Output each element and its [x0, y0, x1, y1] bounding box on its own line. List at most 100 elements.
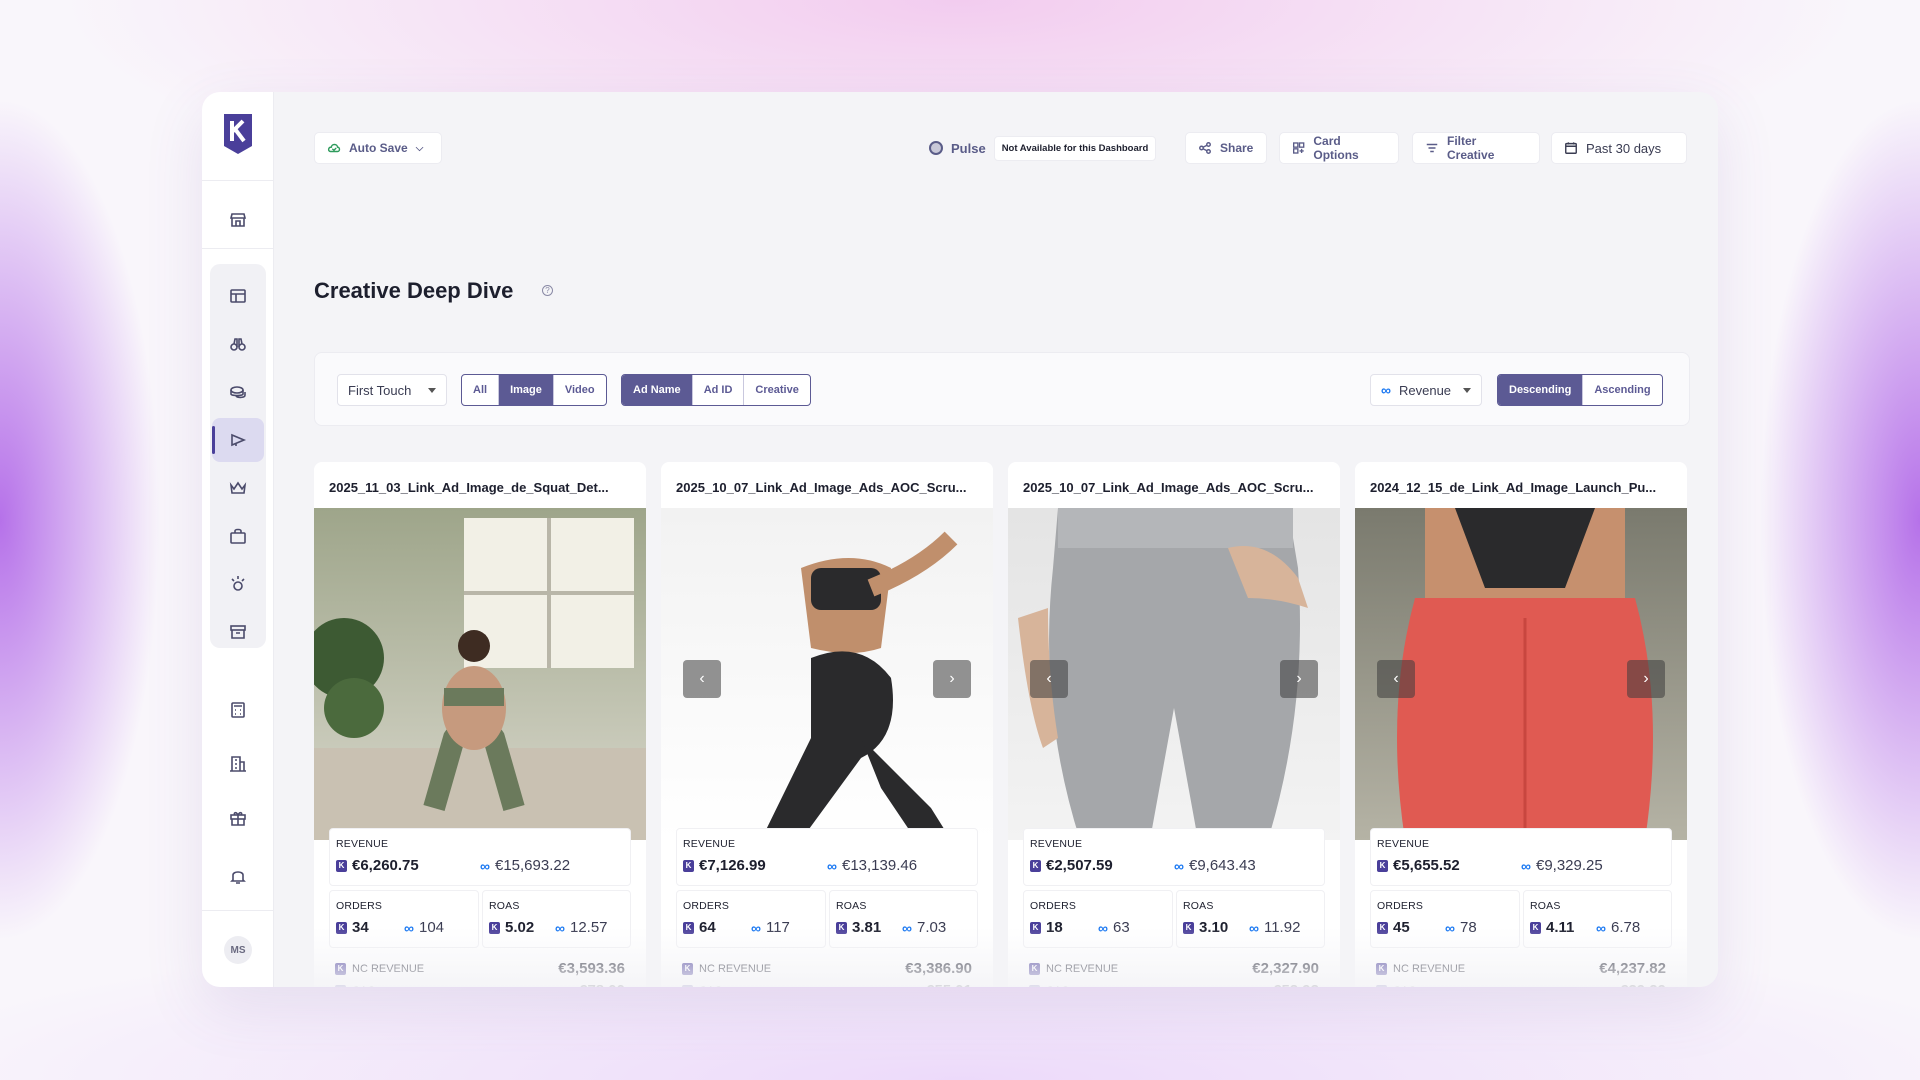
sidebar: MS — [202, 92, 274, 987]
card-options-button[interactable]: Card Options — [1279, 132, 1399, 164]
revenue-meta-value: ∞ €15,693.22 — [480, 857, 571, 874]
chevron-down-icon — [1463, 387, 1471, 393]
kendall-icon: K — [1377, 859, 1388, 872]
revenue-metric-box: REVENUE K €5,655.52 ∞ €9,329.25 — [1370, 828, 1672, 886]
building-icon[interactable] — [212, 742, 264, 786]
calculator-icon[interactable] — [212, 688, 264, 732]
meta-icon: ∞ — [1521, 857, 1531, 874]
creative-card[interactable]: 2025_10_07_Link_Ad_Image_Ads_AOC_Scru...… — [661, 462, 993, 987]
share-button[interactable]: Share — [1185, 132, 1267, 164]
meta-icon: ∞ — [1381, 382, 1391, 398]
orders-label: ORDERS — [683, 900, 730, 912]
sort-descending[interactable]: Descending — [1498, 375, 1584, 405]
prev-image-button[interactable]: ‹ — [1030, 660, 1068, 698]
chevron-right-icon: › — [949, 670, 955, 687]
card-title[interactable]: 2025_10_07_Link_Ad_Image_Ads_AOC_Scru... — [1023, 480, 1314, 495]
prev-image-button[interactable]: ‹ — [683, 660, 721, 698]
creative-image[interactable] — [314, 508, 646, 840]
pulse-icon — [929, 141, 943, 155]
cloud-check-icon — [327, 143, 341, 153]
group-by-ad-id[interactable]: Ad ID — [693, 375, 745, 405]
next-image-button[interactable]: › — [1280, 660, 1318, 698]
creative-card[interactable]: 2024_12_15_de_Link_Ad_Image_Launch_Pu...… — [1355, 462, 1687, 987]
calendar-icon — [1565, 142, 1577, 154]
sparkle-icon[interactable] — [212, 562, 264, 606]
revenue-meta-value: ∞ €9,329.25 — [1521, 857, 1603, 874]
creative-card[interactable]: 2025_11_03_Link_Ad_Image_de_Squat_Det...… — [314, 462, 646, 987]
card-title[interactable]: 2025_11_03_Link_Ad_Image_de_Squat_Det... — [329, 480, 609, 495]
chevron-left-icon: ‹ — [1393, 670, 1399, 687]
layout-icon[interactable] — [212, 274, 264, 318]
shopping-bag-icon[interactable] — [212, 514, 264, 558]
revenue-label: REVENUE — [1377, 838, 1430, 850]
group-by-ad-name[interactable]: Ad Name — [622, 375, 693, 405]
revenue-kendall-value: K €7,126.99 — [683, 857, 766, 874]
roas-label: ROAS — [836, 900, 867, 912]
revenue-metric-box: REVENUE K €7,126.99 ∞ €13,139.46 — [676, 828, 978, 886]
attribution-dropdown[interactable]: First Touch — [337, 374, 447, 406]
sort-order-segmented-control: Descending Ascending — [1497, 374, 1663, 406]
attribution-value: First Touch — [348, 382, 412, 398]
crown-icon[interactable] — [212, 466, 264, 510]
revenue-metric-box: REVENUE K €2,507.59 ∞ €9,643.43 — [1023, 828, 1325, 886]
meta-icon: ∞ — [827, 857, 837, 874]
coins-icon[interactable] — [212, 370, 264, 414]
filter-bar: First Touch All Image Video Ad Name Ad I… — [314, 352, 1690, 426]
auto-save-button[interactable]: Auto Save ⌵ — [314, 132, 442, 164]
card-title[interactable]: 2025_10_07_Link_Ad_Image_Ads_AOC_Scru... — [676, 480, 967, 495]
sidebar-divider — [202, 910, 274, 911]
card-title[interactable]: 2024_12_15_de_Link_Ad_Image_Launch_Pu... — [1370, 480, 1656, 495]
pulse-label: Pulse — [951, 140, 986, 156]
kendall-icon: K — [1030, 859, 1041, 872]
chevron-left-icon: ‹ — [699, 670, 705, 687]
filter-icon — [1426, 143, 1438, 153]
meta-icon: ∞ — [480, 857, 490, 874]
revenue-meta-value: ∞ €13,139.46 — [827, 857, 918, 874]
kendall-icon: K — [336, 859, 347, 872]
orders-label: ORDERS — [336, 900, 383, 912]
revenue-kendall-value: K €5,655.52 — [1377, 857, 1460, 874]
media-type-all[interactable]: All — [462, 375, 500, 405]
meta-icon: ∞ — [1174, 857, 1184, 874]
next-image-button[interactable]: › — [1627, 660, 1665, 698]
creative-card[interactable]: 2025_10_07_Link_Ad_Image_Ads_AOC_Scru...… — [1008, 462, 1340, 987]
orders-label: ORDERS — [1030, 900, 1077, 912]
store-icon[interactable] — [212, 198, 264, 242]
gift-icon[interactable] — [212, 796, 264, 840]
binoculars-icon[interactable] — [212, 322, 264, 366]
revenue-metric-box: REVENUE K €6,260.75 ∞ €15,693.22 — [329, 828, 631, 886]
share-icon — [1199, 142, 1211, 154]
archive-icon[interactable] — [212, 610, 264, 654]
prev-image-button[interactable]: ‹ — [1377, 660, 1415, 698]
pulse-indicator: Pulse Not Available for this Dashboard — [929, 132, 1157, 164]
page-title: Creative Deep Dive — [314, 278, 514, 303]
chevron-down-icon: ⌵ — [415, 142, 424, 154]
bell-icon[interactable] — [212, 854, 264, 898]
sort-metric-dropdown[interactable]: ∞ Revenue — [1370, 374, 1482, 406]
revenue-meta-value: ∞ €9,643.43 — [1174, 857, 1256, 874]
chevron-right-icon: › — [1643, 670, 1649, 687]
auto-save-label: Auto Save — [349, 141, 408, 155]
pulse-status-badge: Not Available for this Dashboard — [993, 135, 1157, 161]
megaphone-icon[interactable] — [212, 418, 264, 462]
kendall-icon: K — [683, 859, 694, 872]
share-label: Share — [1220, 141, 1254, 155]
chevron-down-icon — [428, 387, 436, 393]
filter-creative-button[interactable]: Filter Creative — [1412, 132, 1540, 164]
sort-ascending[interactable]: Ascending — [1583, 375, 1661, 405]
next-image-button[interactable]: › — [933, 660, 971, 698]
revenue-label: REVENUE — [336, 838, 389, 850]
media-type-image[interactable]: Image — [499, 375, 554, 405]
media-type-segmented-control: All Image Video — [461, 374, 607, 406]
chevron-right-icon: › — [1296, 670, 1302, 687]
roas-label: ROAS — [1183, 900, 1214, 912]
group-by-creative[interactable]: Creative — [744, 375, 809, 405]
k-logo-icon[interactable] — [222, 112, 254, 156]
avatar[interactable]: MS — [224, 936, 252, 964]
media-type-video[interactable]: Video — [554, 375, 606, 405]
sort-metric-value: Revenue — [1398, 382, 1452, 398]
help-icon[interactable]: ? — [542, 285, 553, 296]
date-range-button[interactable]: Past 30 days — [1551, 132, 1687, 164]
revenue-label: REVENUE — [1030, 838, 1083, 850]
card-options-icon — [1293, 142, 1305, 154]
